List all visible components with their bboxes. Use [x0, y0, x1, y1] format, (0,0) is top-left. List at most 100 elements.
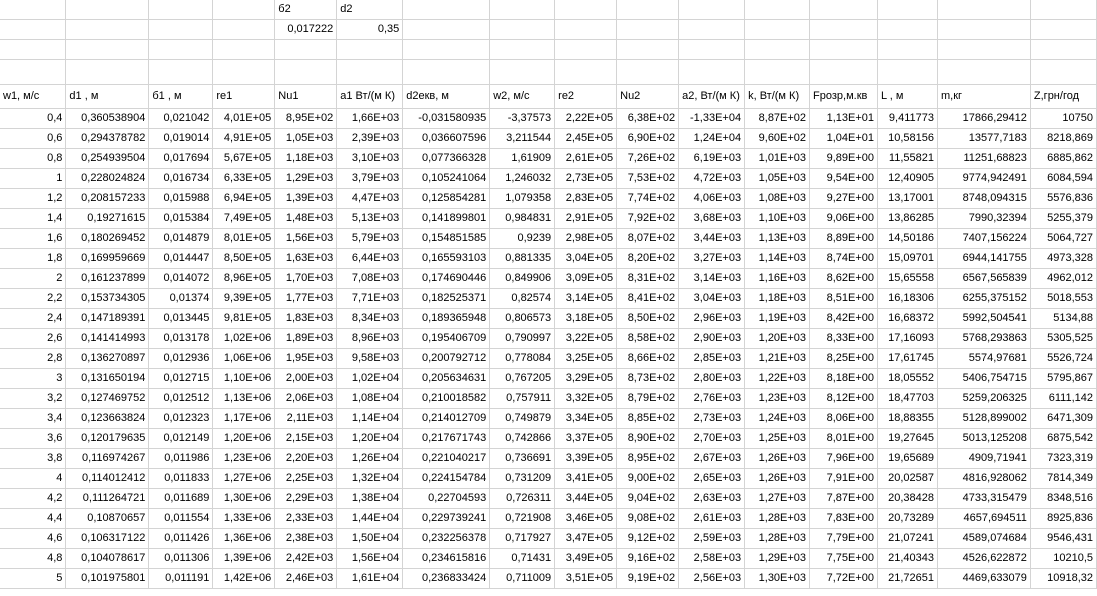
table-cell[interactable]: 0,011306 [148, 548, 214, 569]
table-cell[interactable]: 17,16093 [877, 328, 938, 349]
table-cell[interactable]: 0,105241064 [402, 168, 491, 189]
table-cell[interactable]: 4,06E+03 [678, 188, 746, 209]
table-cell[interactable]: 0,6 [0, 128, 67, 149]
table-cell[interactable]: 0,778084 [489, 348, 556, 369]
table-cell[interactable]: 6,19E+03 [678, 148, 746, 169]
table-cell[interactable]: 7,49E+05 [212, 208, 276, 229]
table-cell[interactable]: 1,39E+06 [212, 548, 276, 569]
table-cell[interactable]: 8,50E+02 [616, 308, 680, 329]
table-cell[interactable]: 4,72E+03 [678, 168, 746, 189]
table-cell[interactable]: 0,154851585 [402, 228, 491, 249]
table-cell[interactable]: 2,61E+05 [554, 148, 618, 169]
table-cell[interactable]: 1,28E+03 [744, 528, 811, 549]
table-cell[interactable]: 1,83E+03 [274, 308, 338, 329]
column-header[interactable]: L , м [877, 84, 938, 109]
table-cell[interactable]: 10,58156 [877, 128, 938, 149]
table-cell[interactable]: 8,07E+02 [616, 228, 680, 249]
table-cell[interactable]: 7,92E+02 [616, 208, 680, 229]
table-cell[interactable]: 1,95E+03 [274, 348, 338, 369]
table-cell[interactable]: 7,79E+00 [809, 528, 879, 549]
table-cell[interactable]: 6111,142 [1030, 388, 1097, 409]
table-cell[interactable]: 8,31E+02 [616, 268, 680, 289]
table-cell[interactable]: 1,56E+03 [274, 228, 338, 249]
table-cell[interactable]: 0,169959669 [65, 248, 150, 269]
table-cell[interactable]: 2,33E+03 [274, 508, 338, 529]
table-cell[interactable]: 2,61E+03 [678, 508, 746, 529]
table-cell[interactable]: 2,67E+03 [678, 448, 746, 469]
table-cell[interactable]: 1 [0, 168, 67, 189]
table-cell[interactable]: 3,09E+05 [554, 268, 618, 289]
table-cell[interactable]: 9,60E+02 [744, 128, 811, 149]
table-cell[interactable]: 3,34E+05 [554, 408, 618, 429]
table-cell[interactable]: 9,19E+02 [616, 568, 680, 589]
table-cell[interactable]: 7,74E+02 [616, 188, 680, 209]
table-cell[interactable]: 9,00E+02 [616, 468, 680, 489]
table-cell[interactable]: 2,58E+03 [678, 548, 746, 569]
table-cell[interactable]: 3,44E+05 [554, 488, 618, 509]
table-cell[interactable]: 4973,328 [1030, 248, 1097, 269]
table-cell[interactable]: 0,182525371 [402, 288, 491, 309]
table-cell[interactable]: 1,13E+01 [809, 108, 879, 129]
table-cell[interactable]: 4733,315479 [937, 488, 1031, 509]
table-cell[interactable]: 0,174690446 [402, 268, 491, 289]
table-cell[interactable]: 16,68372 [877, 308, 938, 329]
table-cell[interactable]: 2,73E+03 [678, 408, 746, 429]
table-cell[interactable]: 8,74E+00 [809, 248, 879, 269]
table-cell[interactable]: 0,016734 [148, 168, 214, 189]
table-cell[interactable]: 3,18E+05 [554, 308, 618, 329]
table-cell[interactable]: 7814,349 [1030, 468, 1097, 489]
table-cell[interactable]: 1,29E+03 [274, 168, 338, 189]
table-cell[interactable]: 7990,32394 [937, 208, 1031, 229]
table-cell[interactable]: 9,12E+02 [616, 528, 680, 549]
table-cell[interactable]: 4,01E+05 [212, 108, 276, 129]
table-cell[interactable]: 8,62E+00 [809, 268, 879, 289]
table-cell[interactable]: 0,015384 [148, 208, 214, 229]
table-cell[interactable]: 8,95E+02 [274, 108, 338, 129]
table-cell[interactable]: 8,18E+00 [809, 368, 879, 389]
table-cell[interactable]: 1,30E+03 [744, 568, 811, 589]
table-cell[interactable]: 2,73E+05 [554, 168, 618, 189]
table-cell[interactable]: 0,012512 [148, 388, 214, 409]
table-cell[interactable]: 21,72651 [877, 568, 938, 589]
table-cell[interactable]: 1,32E+04 [336, 468, 404, 489]
table-cell[interactable]: 8,50E+05 [212, 248, 276, 269]
table-cell[interactable]: 0,01374 [148, 288, 214, 309]
table-cell[interactable]: 6471,309 [1030, 408, 1097, 429]
table-cell[interactable]: 8,89E+00 [809, 228, 879, 249]
table-cell[interactable]: 0,217671743 [402, 428, 491, 449]
table-cell[interactable]: 0,114012412 [65, 468, 150, 489]
table-cell[interactable]: 2,96E+03 [678, 308, 746, 329]
table-cell[interactable]: 1,14E+04 [336, 408, 404, 429]
table-cell[interactable]: 10210,5 [1030, 548, 1097, 569]
table-cell[interactable]: 11,55821 [877, 148, 938, 169]
table-cell[interactable]: 0,200792712 [402, 348, 491, 369]
column-header[interactable]: re1 [212, 84, 276, 109]
table-cell[interactable]: 0,742866 [489, 428, 556, 449]
table-cell[interactable]: 0,141414993 [65, 328, 150, 349]
table-cell[interactable]: -3,37573 [489, 108, 556, 129]
column-header[interactable]: d2екв, м [402, 84, 491, 109]
table-cell[interactable]: 5526,724 [1030, 348, 1097, 369]
table-cell[interactable]: 21,40343 [877, 548, 938, 569]
table-cell[interactable]: 13,86285 [877, 208, 938, 229]
table-cell[interactable]: 20,02587 [877, 468, 938, 489]
table-cell[interactable]: 8,12E+00 [809, 388, 879, 409]
table-cell[interactable]: 1,13E+06 [212, 388, 276, 409]
table-cell[interactable]: 0,104078617 [65, 548, 150, 569]
table-cell[interactable]: -0,031580935 [402, 108, 491, 129]
table-cell[interactable]: 9,27E+00 [809, 188, 879, 209]
table-cell[interactable]: 2,70E+03 [678, 428, 746, 449]
table-cell[interactable]: 9,89E+00 [809, 148, 879, 169]
table-cell[interactable]: 0,147189391 [65, 308, 150, 329]
table-cell[interactable]: 8,01E+00 [809, 428, 879, 449]
table-cell[interactable]: 2,83E+05 [554, 188, 618, 209]
table-cell[interactable]: 1,44E+04 [336, 508, 404, 529]
table-cell[interactable]: 3,2 [0, 388, 67, 409]
table-cell[interactable]: 0,254939504 [65, 148, 150, 169]
table-cell[interactable]: 0,10870657 [65, 508, 150, 529]
table-cell[interactable]: 0,011986 [148, 448, 214, 469]
table-cell[interactable]: 5406,754715 [937, 368, 1031, 389]
table-cell[interactable]: 2 [0, 268, 67, 289]
column-header[interactable]: Nu1 [274, 84, 338, 109]
table-cell[interactable]: 3,27E+03 [678, 248, 746, 269]
